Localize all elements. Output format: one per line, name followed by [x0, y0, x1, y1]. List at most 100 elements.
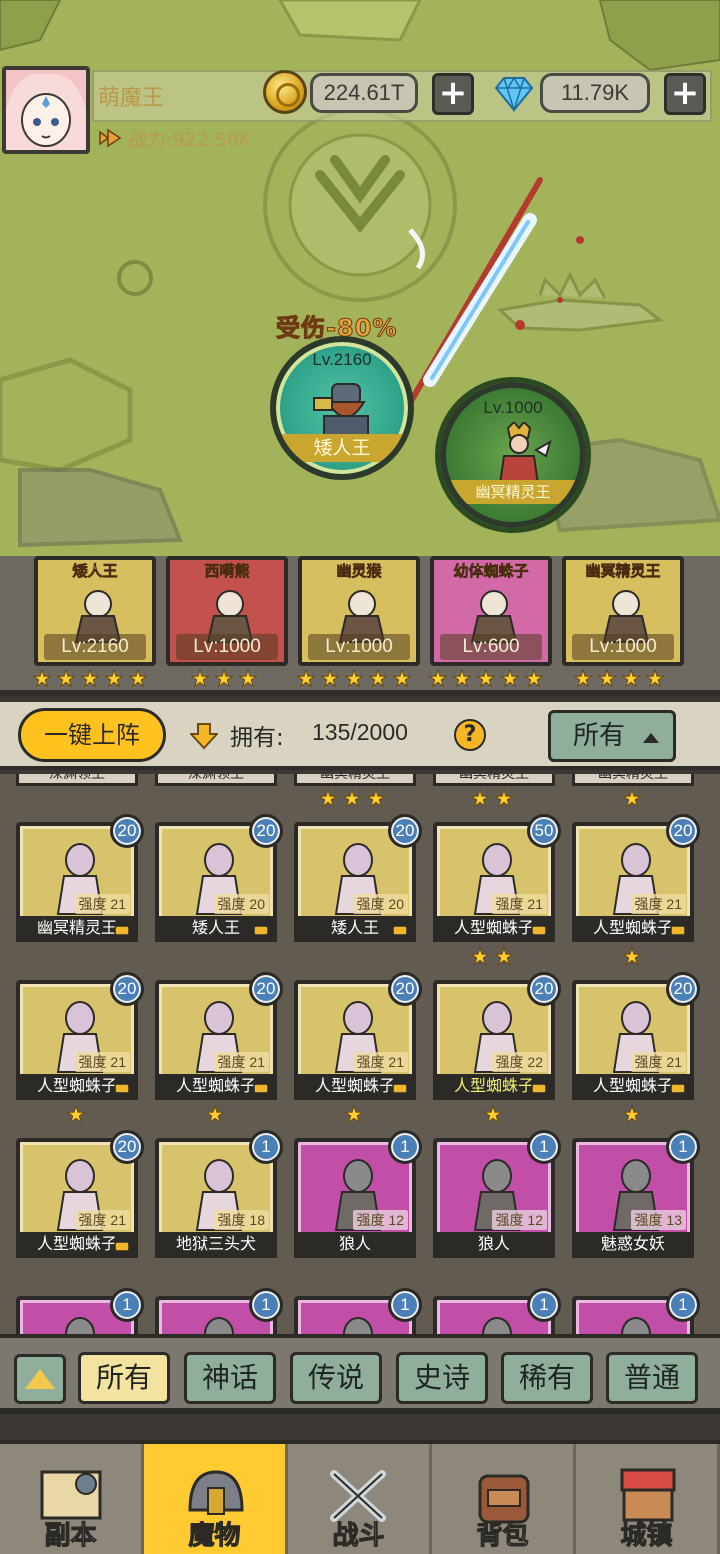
nav-item[interactable]: 城镇 — [576, 1444, 720, 1554]
star-icon: ★ — [366, 787, 387, 812]
rarity-tab[interactable]: 普通 — [606, 1352, 698, 1404]
team-slot-name: 幽灵猴 — [336, 562, 382, 581]
team-slot[interactable]: 幼体蜘蛛子 Lv:600 — [430, 556, 552, 666]
nav-item[interactable]: 副本 — [0, 1444, 144, 1554]
card-count-badge: 20 — [110, 972, 144, 1006]
rarity-tab[interactable]: 史诗 — [396, 1352, 488, 1404]
add-gems-button[interactable]: + — [664, 73, 706, 115]
team-slot-name: 矮人王 — [72, 562, 118, 581]
monster-card[interactable]: 强度 21 人型蜘蛛子 50 — [433, 814, 561, 942]
monster-card[interactable]: 1 — [16, 1288, 144, 1334]
sort-down-arrow-icon[interactable] — [190, 722, 218, 750]
monster-card[interactable]: 1 — [433, 1288, 561, 1334]
star-icon: ★ — [190, 667, 211, 692]
monster-card[interactable]: 强度 21 人型蜘蛛子 20 — [16, 972, 144, 1100]
owned-label: 拥有: — [230, 725, 284, 751]
star-icon: ★ — [573, 667, 594, 692]
battle-unit-dwarf-king[interactable]: Lv.2160 矮人王 — [270, 336, 414, 480]
monster-portrait-icon — [65, 1317, 95, 1334]
card-name: 狼人 — [294, 1232, 416, 1258]
card-power: 强度 21 — [213, 1052, 269, 1072]
team-slot[interactable]: 矮人王 Lv:2160 — [34, 556, 156, 666]
partial-card-name[interactable]: 幽冥精灵王 — [294, 774, 416, 786]
rarity-tab[interactable]: 传说 — [290, 1352, 382, 1404]
star-icon: ★ — [494, 945, 515, 970]
star-icon: ★ — [470, 945, 491, 970]
monster-card[interactable]: 强度 18 地狱三头犬 1 — [155, 1130, 283, 1258]
star-icon: ★ — [56, 667, 77, 692]
star-icon: ★ — [318, 787, 339, 812]
team-slot-level: Lv:1000 — [572, 634, 674, 660]
card-stars: ★ ★ — [468, 787, 516, 812]
card-count-badge: 20 — [110, 1130, 144, 1164]
nav-item[interactable]: 背包 — [432, 1444, 576, 1554]
auto-deploy-button[interactable]: 一键上阵 — [18, 708, 166, 762]
star-icon: ★ — [452, 667, 473, 692]
lock-icon — [253, 919, 269, 936]
battle-unit-elf-king[interactable]: Lv.1000 幽冥精灵王 — [440, 382, 586, 528]
rarity-tab[interactable]: 稀有 — [501, 1352, 593, 1404]
nav-label: 城镇 — [620, 1521, 673, 1552]
card-name: 地狱三头犬 — [155, 1232, 277, 1258]
monster-controls: 一键上阵 拥有: 135/2000 ? 所有 — [0, 702, 720, 770]
monster-card[interactable]: 强度 21 幽冥精灵王 20 — [16, 814, 144, 942]
filter-dropdown[interactable]: 所有 — [548, 710, 676, 762]
star-icon: ★ — [344, 1103, 365, 1128]
team-slot-stars: ★ ★ ★ ★ ★ — [426, 667, 546, 692]
monster-card[interactable]: 强度 21 人型蜘蛛子 20 — [572, 814, 700, 942]
partial-card-name[interactable]: 幽冥精灵王 — [433, 774, 555, 786]
team-slot-name: 西嗬熊 — [204, 562, 250, 581]
nav-item[interactable]: 魔物 — [144, 1444, 288, 1554]
star-icon: ★ — [622, 787, 643, 812]
card-stars: ★ — [64, 1103, 88, 1128]
card-count-badge: 20 — [110, 814, 144, 848]
card-stars: ★ — [342, 1103, 366, 1128]
collapse-button[interactable] — [14, 1354, 66, 1404]
card-count-badge: 1 — [249, 1288, 283, 1322]
team-slot-name: 幼体蜘蛛子 — [453, 562, 529, 581]
partial-card-name[interactable]: 幽冥精灵王 — [572, 774, 694, 786]
monster-card[interactable]: 强度 21 人型蜘蛛子 20 — [572, 972, 700, 1100]
avatar[interactable] — [2, 66, 90, 154]
nav-item[interactable]: 战斗 — [288, 1444, 432, 1554]
lock-icon — [253, 1077, 269, 1094]
star-icon: ★ — [80, 667, 101, 692]
partial-card-name[interactable]: 深渊领主 — [16, 774, 138, 786]
monster-card[interactable]: 强度 13 魅惑女妖 1 — [572, 1130, 700, 1258]
monster-card[interactable]: 1 — [294, 1288, 422, 1334]
monster-card[interactable]: 强度 12 狼人 1 — [433, 1130, 561, 1258]
team-slot[interactable]: 幽冥精灵王 Lv:1000 — [562, 556, 684, 666]
card-name: 魅惑女妖 — [572, 1232, 694, 1258]
monster-card[interactable]: 强度 21 人型蜘蛛子 20 — [16, 1130, 144, 1258]
card-power: 强度 18 — [213, 1210, 269, 1230]
card-power: 强度 21 — [352, 1052, 408, 1072]
power-icon — [99, 128, 122, 148]
star-icon: ★ — [342, 787, 363, 812]
rarity-tab[interactable]: 所有 — [78, 1352, 170, 1404]
rarity-tab[interactable]: 神话 — [184, 1352, 276, 1404]
team-formation: 矮人王 Lv:2160 ★ ★ ★ ★ ★ 西嗬熊 Lv:1000 ★ ★ ★ 幽灵猴 Lv:1000 ★ ★… — [0, 556, 720, 696]
team-slot[interactable]: 西嗬熊 Lv:1000 — [166, 556, 288, 666]
monster-card[interactable]: 强度 21 人型蜘蛛子 20 — [155, 972, 283, 1100]
add-gold-button[interactable]: + — [432, 73, 474, 115]
monster-portrait-icon — [482, 1317, 512, 1334]
star-icon: ★ — [622, 1103, 643, 1128]
monster-card[interactable]: 强度 20 矮人王 20 — [294, 814, 422, 942]
monster-card[interactable]: 1 — [572, 1288, 700, 1334]
card-count-badge: 20 — [249, 972, 283, 1006]
card-power: 强度 21 — [74, 1052, 130, 1072]
unit-name: 矮人王 — [276, 434, 408, 462]
monster-card[interactable]: 强度 21 人型蜘蛛子 20 — [294, 972, 422, 1100]
monster-card[interactable]: 1 — [155, 1288, 283, 1334]
monster-card[interactable]: 强度 22 人型蜘蛛子 20 — [433, 972, 561, 1100]
unit-level: Lv.2160 — [312, 350, 372, 369]
monster-card[interactable]: 强度 20 矮人王 20 — [155, 814, 283, 942]
partial-card-name[interactable]: 深渊领主 — [155, 774, 277, 786]
team-slot[interactable]: 幽灵猴 Lv:1000 — [298, 556, 420, 666]
team-slot-level: Lv:600 — [440, 634, 542, 660]
monster-card[interactable]: 强度 12 狼人 1 — [294, 1130, 422, 1258]
nav-label: 背包 — [476, 1521, 529, 1552]
star-icon: ★ — [214, 667, 235, 692]
card-count-badge: 50 — [527, 814, 561, 848]
help-icon[interactable]: ? — [454, 719, 486, 751]
